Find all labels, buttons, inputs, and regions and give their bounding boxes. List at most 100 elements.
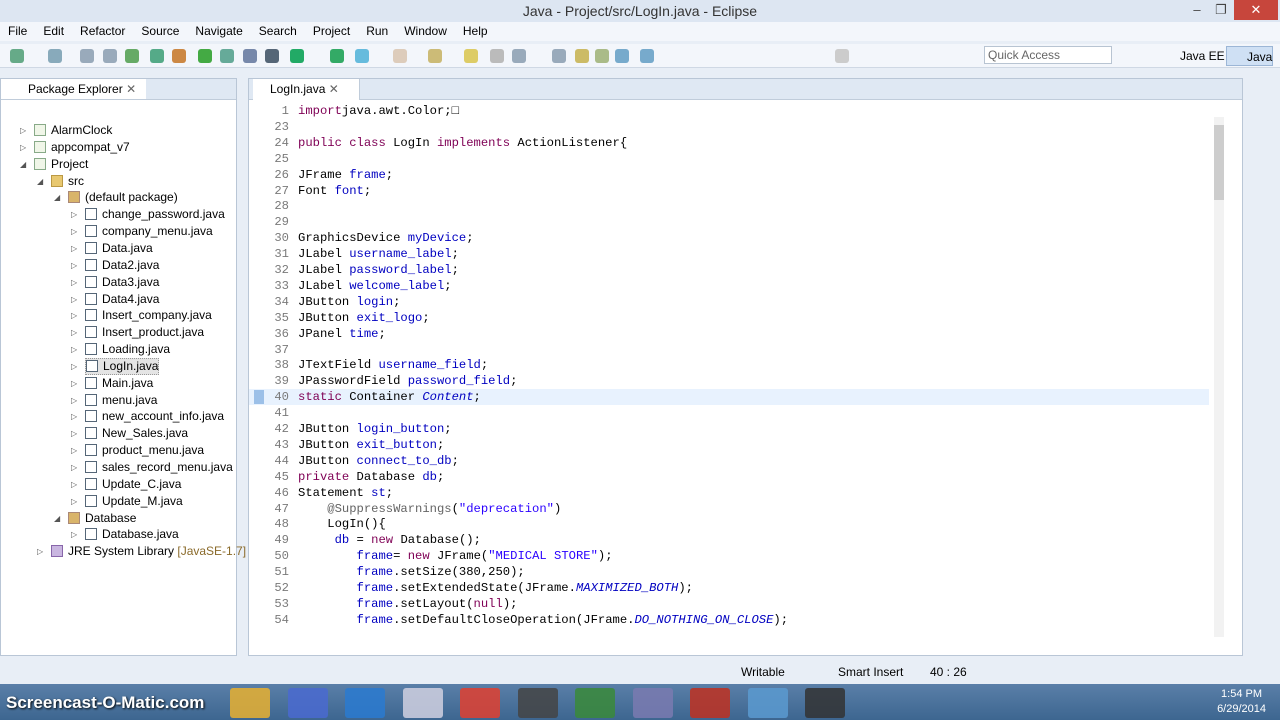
close-icon[interactable]: ✕ <box>329 82 339 96</box>
vertical-scrollbar[interactable] <box>1214 117 1224 637</box>
toolbar-button-19[interactable] <box>552 49 566 63</box>
quick-access-input[interactable]: Quick Access <box>984 46 1112 64</box>
expand-toggle-icon[interactable]: ▷ <box>71 379 77 388</box>
expand-toggle-icon[interactable]: ▷ <box>20 126 26 135</box>
scrollbar-thumb[interactable] <box>1214 125 1224 200</box>
expand-toggle-icon[interactable]: ▷ <box>37 547 43 556</box>
expand-toggle-icon[interactable]: ▷ <box>71 210 77 219</box>
menu-edit[interactable]: Edit <box>35 22 72 41</box>
maximize-button[interactable]: ❐ <box>1208 0 1234 20</box>
perspective-java-ee[interactable]: Java EE <box>1160 46 1225 66</box>
toolbar-button-10[interactable] <box>265 49 279 63</box>
tree-item[interactable]: Main.java <box>85 375 153 392</box>
expand-toggle-icon[interactable]: ▷ <box>71 227 77 236</box>
expand-toggle-icon[interactable]: ▷ <box>71 446 77 455</box>
toolbar-button-21[interactable] <box>595 49 609 63</box>
toolbar-button-2[interactable] <box>80 49 94 63</box>
tree-item[interactable]: Project <box>34 156 88 173</box>
menu-run[interactable]: Run <box>358 22 396 41</box>
toolbar-button-23[interactable] <box>640 49 654 63</box>
toolbar-button-5[interactable] <box>150 49 164 63</box>
expand-toggle-icon[interactable]: ▷ <box>71 295 77 304</box>
toolbar-button-13[interactable] <box>355 49 369 63</box>
expand-toggle-icon[interactable]: ◢ <box>20 160 26 169</box>
toolbar-button-9[interactable] <box>243 49 257 63</box>
close-button[interactable]: ✕ <box>1234 0 1278 20</box>
expand-toggle-icon[interactable]: ▷ <box>71 345 77 354</box>
taskbar-app-4[interactable] <box>460 688 500 718</box>
expand-toggle-icon[interactable]: ▷ <box>71 244 77 253</box>
toolbar-button-4[interactable] <box>125 49 139 63</box>
tree-item[interactable]: New_Sales.java <box>85 425 188 442</box>
expand-toggle-icon[interactable]: ▷ <box>71 412 77 421</box>
taskbar-app-8[interactable] <box>690 688 730 718</box>
tree-item[interactable]: Update_C.java <box>85 476 181 493</box>
expand-toggle-icon[interactable]: ▷ <box>71 362 77 371</box>
tree-item[interactable]: LogIn.java <box>85 357 160 375</box>
tree-item[interactable]: Data3.java <box>85 274 159 291</box>
close-icon[interactable]: ✕ <box>126 82 136 96</box>
toolbar-button-16[interactable] <box>464 49 478 63</box>
expand-toggle-icon[interactable]: ▷ <box>71 278 77 287</box>
menu-refactor[interactable]: Refactor <box>72 22 133 41</box>
toolbar-button-3[interactable] <box>103 49 117 63</box>
taskbar-app-9[interactable] <box>747 688 788 718</box>
tree-item[interactable]: src <box>51 173 84 190</box>
tree-item[interactable]: Database.java <box>85 526 179 543</box>
expand-toggle-icon[interactable]: ▷ <box>71 396 77 405</box>
tree-item[interactable]: sales_record_menu.java <box>85 459 233 476</box>
expand-toggle-icon[interactable]: ▷ <box>71 261 77 270</box>
taskbar-app-2[interactable] <box>345 688 385 718</box>
toolbar-button-6[interactable] <box>172 49 186 63</box>
tree-item[interactable]: Insert_product.java <box>85 324 204 341</box>
tree-item[interactable]: Loading.java <box>85 341 170 358</box>
tree-item[interactable]: appcompat_v7 <box>34 139 130 156</box>
menu-help[interactable]: Help <box>455 22 496 41</box>
taskbar-app-1[interactable] <box>287 688 328 718</box>
expand-toggle-icon[interactable]: ▷ <box>71 530 77 539</box>
tree-item[interactable]: Data4.java <box>85 291 159 308</box>
toolbar-button-7[interactable] <box>198 49 212 63</box>
minimize-button[interactable]: – <box>1184 0 1210 20</box>
taskbar-app-10[interactable] <box>805 688 845 718</box>
taskbar-app-7[interactable] <box>632 688 673 718</box>
tree-item[interactable]: Update_M.java <box>85 493 183 510</box>
toolbar-button-22[interactable] <box>615 49 629 63</box>
toolbar-button-15[interactable] <box>428 49 442 63</box>
toolbar-button-8[interactable] <box>220 49 234 63</box>
toolbar-button-11[interactable] <box>290 49 304 63</box>
tree-item[interactable]: Data.java <box>85 240 153 257</box>
taskbar-app-0[interactable] <box>230 688 270 718</box>
toolbar-button-18[interactable] <box>512 49 526 63</box>
expand-toggle-icon[interactable]: ◢ <box>54 193 60 202</box>
taskbar-app-6[interactable] <box>575 688 615 718</box>
code-area[interactable]: 1 importjava.awt.Color;□ 23 24 public class … <box>249 103 1224 633</box>
tree-item[interactable]: change_password.java <box>85 206 225 223</box>
tree-item[interactable]: AlarmClock <box>34 122 112 139</box>
menu-window[interactable]: Window <box>396 22 455 41</box>
toolbar-button-12[interactable] <box>330 49 344 63</box>
menu-project[interactable]: Project <box>305 22 358 41</box>
tree-item[interactable]: Database <box>68 510 136 527</box>
tree-item[interactable]: menu.java <box>85 392 157 409</box>
expand-toggle-icon[interactable]: ▷ <box>71 463 77 472</box>
expand-toggle-icon[interactable]: ▷ <box>71 497 77 506</box>
menu-file[interactable]: File <box>0 22 35 41</box>
taskbar-app-3[interactable] <box>402 688 443 718</box>
expand-toggle-icon[interactable]: ◢ <box>37 177 43 186</box>
expand-toggle-icon[interactable]: ◢ <box>54 514 60 523</box>
toolbar-button-20[interactable] <box>575 49 589 63</box>
menu-navigate[interactable]: Navigate <box>187 22 250 41</box>
expand-toggle-icon[interactable]: ▷ <box>71 480 77 489</box>
tree-item[interactable]: product_menu.java <box>85 442 204 459</box>
tree-item[interactable]: company_menu.java <box>85 223 213 240</box>
taskbar-app-5[interactable] <box>517 688 558 718</box>
expand-toggle-icon[interactable]: ▷ <box>71 328 77 337</box>
menu-search[interactable]: Search <box>251 22 305 41</box>
toolbar-button-24[interactable] <box>835 49 849 63</box>
toolbar-button-14[interactable] <box>393 49 407 63</box>
tree-item[interactable]: new_account_info.java <box>85 408 224 425</box>
tree-item[interactable]: Insert_company.java <box>85 307 212 324</box>
tree-item[interactable]: JRE System Library [JavaSE-1.7] <box>51 543 246 560</box>
perspective-java[interactable]: Java <box>1226 46 1274 66</box>
